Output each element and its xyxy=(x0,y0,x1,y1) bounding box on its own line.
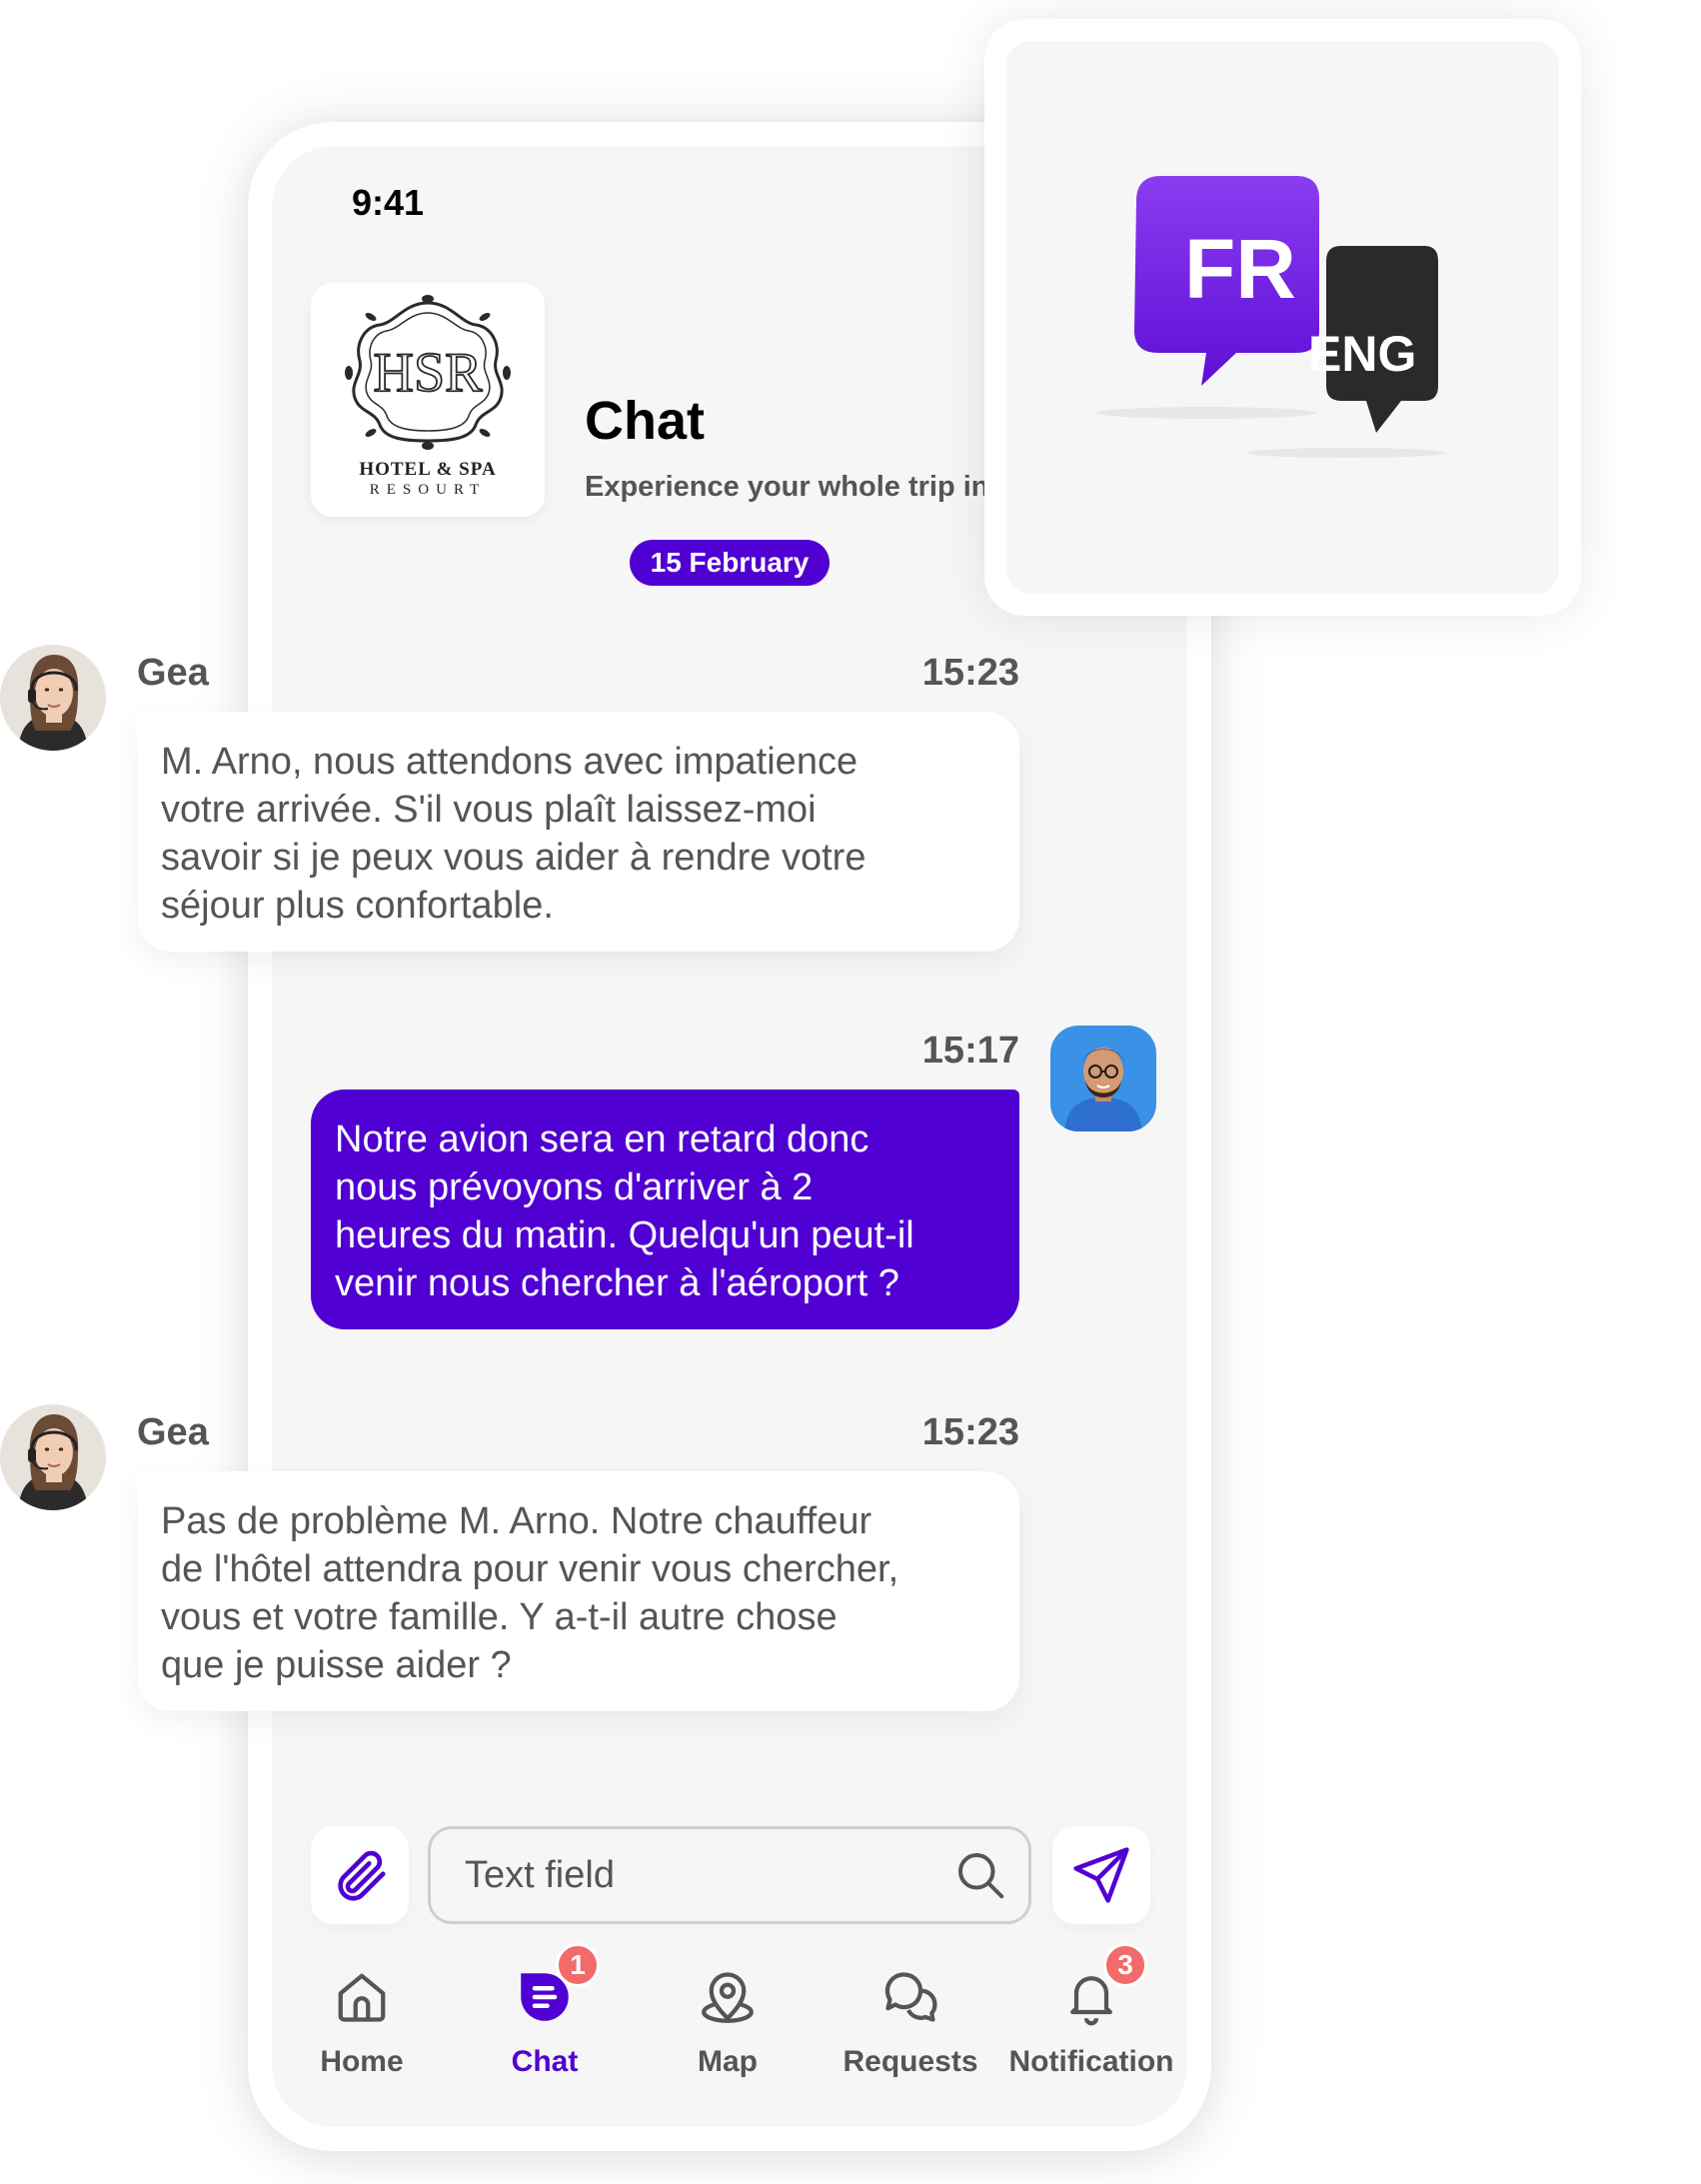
paperclip-icon xyxy=(338,1850,386,1901)
message-input[interactable]: Text field xyxy=(428,1826,1031,1924)
chat-badge: 1 xyxy=(556,1943,600,1987)
message-text-line: venir nous chercher à l'aéroport ? xyxy=(335,1262,899,1304)
message-bubble-incoming[interactable]: M. Arno, nous attendons avec impatience … xyxy=(137,712,1019,952)
message-text-line: M. Arno, nous attendons avec impatience xyxy=(161,741,858,783)
language-translation-illustration: FR ENG xyxy=(1006,41,1559,594)
nav-home[interactable]: Home xyxy=(272,1967,452,2087)
message-text-line: heures du matin. Quelqu'un peut-il xyxy=(335,1214,914,1256)
send-icon xyxy=(1073,1847,1129,1903)
message-text-line: votre arrivée. S'il vous plaît laissez-m… xyxy=(161,789,817,831)
message-input-placeholder: Text field xyxy=(465,1853,615,1896)
attach-button[interactable] xyxy=(311,1826,409,1924)
page-subtitle: Experience your whole trip in xyxy=(585,471,984,503)
language-translation-card: FR ENG xyxy=(984,19,1581,616)
search-icon[interactable] xyxy=(950,1845,1010,1905)
user-avatar xyxy=(1050,1026,1156,1131)
map-pin-icon xyxy=(702,1972,754,2023)
message-text-line: Notre avion sera en retard donc xyxy=(335,1118,869,1160)
message-time: 15:23 xyxy=(921,1411,1019,1453)
agent-avatar xyxy=(0,645,106,751)
message-text-line: savoir si je peux vous aider à rendre vo… xyxy=(161,837,866,879)
message-bubble-outgoing[interactable]: Notre avion sera en retard donc nous pré… xyxy=(311,1090,1019,1329)
agent-avatar xyxy=(0,1404,106,1510)
status-bar-time: 9:41 xyxy=(352,182,425,223)
message-sender-name: Gea xyxy=(137,652,209,694)
nav-requests[interactable]: Requests xyxy=(821,1967,1000,2087)
home-icon xyxy=(338,1973,386,2022)
logo-monogram: HSR xyxy=(374,342,484,404)
send-button[interactable] xyxy=(1052,1826,1150,1924)
message-text-line: nous prévoyons d'arriver à 2 xyxy=(335,1166,814,1208)
nav-notification[interactable]: Notification 3 xyxy=(1001,1943,1181,2087)
message-text-line: de l'hôtel attendra pour venir vous cher… xyxy=(161,1548,899,1590)
message-text-line: vous et votre famille. Y a-t-il autre ch… xyxy=(161,1596,838,1638)
notification-badge: 3 xyxy=(1103,1943,1147,1987)
hotel-logo: HSR HOTEL & SPA RESOURT xyxy=(311,283,545,517)
date-separator: 15 February xyxy=(630,540,830,586)
message-time: 15:23 xyxy=(921,652,1019,694)
target-language-label: ENG xyxy=(1308,326,1417,382)
logo-line2: RESOURT xyxy=(369,482,487,498)
message-text-line: Pas de problème M. Arno. Notre chauffeur xyxy=(161,1500,872,1542)
source-language-label: FR xyxy=(1184,222,1296,316)
message-text-line: que je puisse aider ? xyxy=(161,1644,512,1686)
message-sender-name: Gea xyxy=(137,1411,209,1453)
message-time: 15:17 xyxy=(921,1030,1019,1072)
logo-line1: HOTEL & SPA xyxy=(359,459,497,480)
message-text-line: séjour plus confortable. xyxy=(161,885,554,927)
requests-icon xyxy=(884,1972,937,2022)
page-title: Chat xyxy=(585,391,705,451)
nav-label: Notification xyxy=(1008,2045,1174,2078)
message-bubble-incoming[interactable]: Pas de problème M. Arno. Notre chauffeur… xyxy=(137,1471,1019,1711)
nav-map[interactable]: Map xyxy=(638,1967,818,2087)
nav-chat[interactable]: Chat 1 xyxy=(455,1943,635,2087)
